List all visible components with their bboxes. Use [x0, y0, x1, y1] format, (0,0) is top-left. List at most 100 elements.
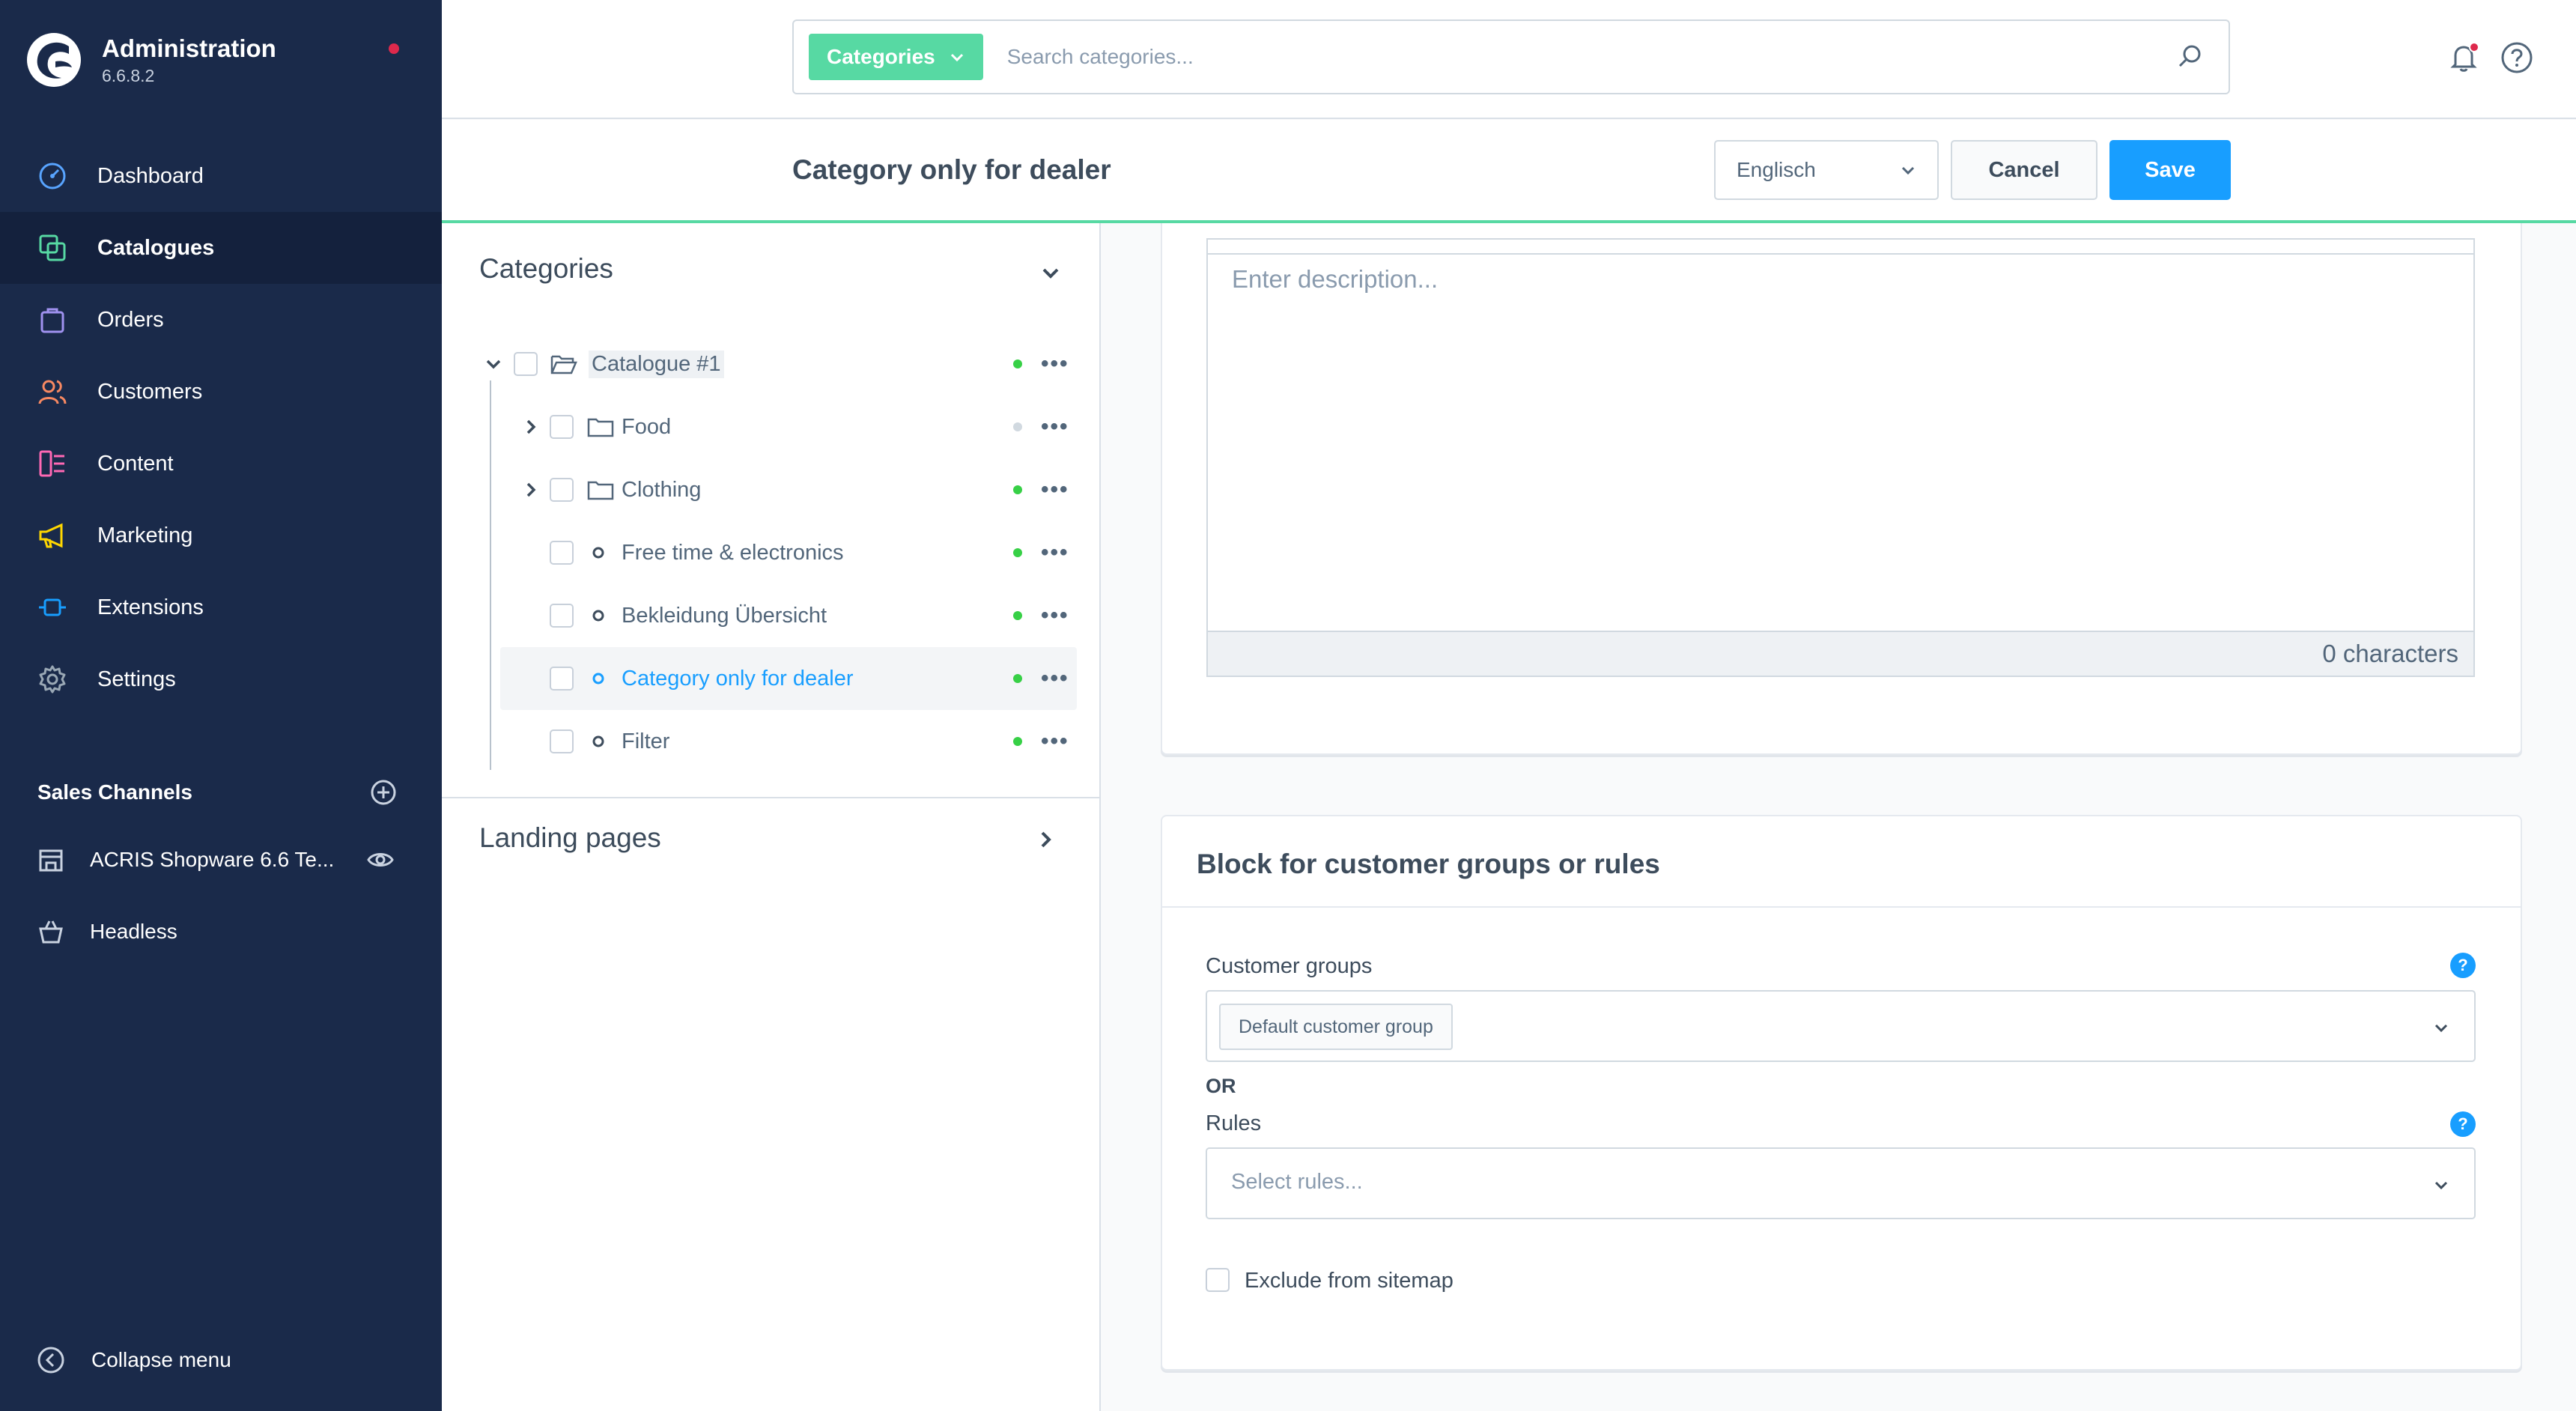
- leaf-circle-icon: [592, 735, 604, 747]
- folder-icon: [587, 418, 614, 437]
- status-dot: [1013, 485, 1022, 494]
- editor-footer: 0 characters: [1208, 631, 2473, 676]
- search-icon[interactable]: [2173, 40, 2206, 73]
- shopware-logo-icon[interactable]: [25, 31, 82, 88]
- more-actions-icon[interactable]: •••: [1041, 351, 1069, 377]
- chevron-right-icon[interactable]: [521, 417, 541, 437]
- rules-placeholder: Select rules...: [1231, 1170, 1363, 1194]
- card-header-divider: [1162, 906, 2521, 908]
- app-title: Administration: [102, 34, 276, 62]
- folder-icon: [587, 481, 614, 500]
- more-actions-icon[interactable]: •••: [1041, 603, 1069, 628]
- description-editor[interactable]: Enter description... 0 characters: [1206, 238, 2475, 677]
- tree-checkbox[interactable]: [550, 604, 574, 628]
- language-switch[interactable]: Englisch: [1714, 140, 1939, 200]
- nav-item-dashboard[interactable]: Dashboard: [0, 140, 442, 212]
- nav-item-content[interactable]: Content: [0, 428, 442, 500]
- category-tree-panel: Categories Catalogue #1 ••• Food ••• Clo…: [442, 223, 1101, 1411]
- tree-checkbox[interactable]: [514, 352, 538, 376]
- chevron-down-icon: [950, 53, 963, 62]
- nav-label-catalogues: Catalogues: [97, 235, 215, 260]
- add-sales-channel-icon[interactable]: [370, 779, 397, 806]
- tree-checkbox[interactable]: [550, 541, 574, 565]
- notification-dot: [389, 43, 399, 54]
- more-actions-icon[interactable]: •••: [1041, 414, 1069, 440]
- nav-label-settings: Settings: [97, 667, 176, 691]
- or-label: OR: [1206, 1075, 1236, 1097]
- main-nav: Dashboard Catalogues Orders Customers Co…: [0, 140, 442, 715]
- eye-icon[interactable]: [367, 846, 395, 873]
- customer-groups-select[interactable]: Default customer group: [1206, 990, 2476, 1062]
- chevron-right-icon[interactable]: [521, 480, 541, 500]
- chevron-down-icon: [2434, 1024, 2448, 1033]
- chevron-right-icon[interactable]: [1035, 828, 1057, 851]
- exclude-sitemap-checkbox[interactable]: [1206, 1268, 1230, 1292]
- tree-item-root[interactable]: Catalogue #1 •••: [442, 333, 1101, 395]
- status-dot: [1013, 422, 1022, 431]
- help-circle-icon[interactable]: ?: [2450, 953, 2476, 978]
- content-icon: [36, 447, 69, 480]
- tree-checkbox[interactable]: [550, 415, 574, 439]
- editor-toolbar-edge: [1208, 240, 2473, 255]
- sales-channel-item-headless[interactable]: Headless: [36, 917, 410, 947]
- collapse-menu-label: Collapse menu: [91, 1348, 231, 1371]
- tree-item-free-time[interactable]: Free time & electronics •••: [442, 521, 1101, 584]
- chevron-down-icon: [2434, 1181, 2448, 1190]
- cancel-button[interactable]: Cancel: [1951, 140, 2097, 200]
- tree-checkbox[interactable]: [550, 667, 574, 691]
- search-input[interactable]: [1006, 45, 2173, 69]
- chevron-left-circle-icon: [37, 1347, 64, 1374]
- landing-pages-title[interactable]: Landing pages: [479, 822, 661, 854]
- rules-select[interactable]: Select rules...: [1206, 1147, 2476, 1219]
- global-search: Categories: [792, 19, 2230, 94]
- sales-channel-item-acris[interactable]: ACRIS Shopware 6.6 Te...: [36, 845, 410, 875]
- chevron-down-icon[interactable]: [484, 354, 503, 374]
- exclude-sitemap-label: Exclude from sitemap: [1245, 1269, 1453, 1293]
- more-actions-icon[interactable]: •••: [1041, 729, 1069, 754]
- chevron-down-icon[interactable]: [1039, 262, 1062, 285]
- customer-group-chip[interactable]: Default customer group: [1219, 1004, 1453, 1050]
- description-placeholder: Enter description...: [1232, 265, 1439, 293]
- status-dot: [1013, 611, 1022, 620]
- tree-item-label: Bekleidung Übersicht: [622, 603, 827, 628]
- language-label: Englisch: [1737, 158, 1816, 181]
- help-circle-icon[interactable]: ?: [2450, 1111, 2476, 1137]
- nav-item-extensions[interactable]: Extensions: [0, 571, 442, 643]
- tree-item-selected[interactable]: Category only for dealer •••: [500, 647, 1077, 710]
- categories-title: Categories: [479, 253, 613, 284]
- nav-label-content: Content: [97, 451, 174, 476]
- more-actions-icon[interactable]: •••: [1041, 540, 1069, 565]
- orders-icon: [36, 303, 69, 336]
- more-actions-icon[interactable]: •••: [1041, 477, 1069, 503]
- app-version: 6.6.8.2: [102, 66, 155, 85]
- help-icon[interactable]: [2500, 40, 2534, 75]
- catalogues-icon: [36, 231, 69, 264]
- tree-item-bekleidung[interactable]: Bekleidung Übersicht •••: [442, 584, 1101, 647]
- sales-channels-header: Sales Channels: [37, 779, 397, 806]
- status-dot: [1013, 737, 1022, 746]
- chevron-down-icon: [1901, 166, 1915, 175]
- nav-item-customers[interactable]: Customers: [0, 356, 442, 428]
- nav-item-marketing[interactable]: Marketing: [0, 500, 442, 571]
- customers-icon: [36, 375, 69, 408]
- search-type-dropdown[interactable]: Categories: [809, 34, 983, 80]
- collapse-menu-button[interactable]: Collapse menu: [36, 1345, 231, 1375]
- nav-label-marketing: Marketing: [97, 523, 193, 547]
- tree-item-filter[interactable]: Filter •••: [442, 710, 1101, 773]
- more-actions-icon[interactable]: •••: [1041, 666, 1069, 691]
- settings-icon: [36, 663, 69, 696]
- tree-item-clothing[interactable]: Clothing •••: [442, 458, 1101, 521]
- nav-item-catalogues[interactable]: Catalogues: [0, 212, 442, 284]
- nav-item-settings[interactable]: Settings: [0, 643, 442, 715]
- tree-item-food[interactable]: Food •••: [442, 395, 1101, 458]
- tree-item-label: Category only for dealer: [622, 666, 854, 691]
- header-divider: [442, 118, 2576, 119]
- nav-label-customers: Customers: [97, 379, 203, 404]
- tree-checkbox[interactable]: [550, 729, 574, 753]
- save-button[interactable]: Save: [2109, 140, 2231, 200]
- tree-checkbox[interactable]: [550, 478, 574, 502]
- character-count: 0 characters: [2322, 640, 2458, 667]
- tree-item-label: Free time & electronics: [622, 540, 844, 565]
- status-dot: [1013, 359, 1022, 368]
- nav-item-orders[interactable]: Orders: [0, 284, 442, 356]
